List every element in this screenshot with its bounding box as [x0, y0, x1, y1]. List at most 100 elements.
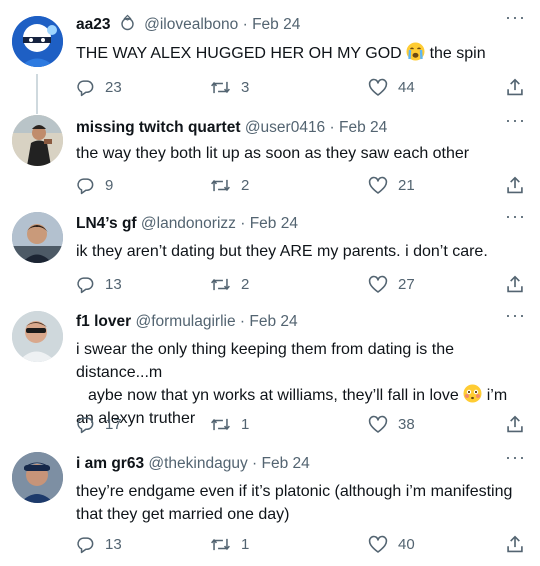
flushed-face-emoji-icon [463, 384, 482, 403]
tweet-text-part: aybe now that yn works at williams, they… [88, 387, 464, 404]
tweet-text: THE WAY ALEX HUGGED HER OH MY GOD the sp… [76, 42, 526, 65]
like-button[interactable]: 40 [368, 533, 415, 555]
heart-icon [368, 176, 388, 195]
retweet-count: 2 [241, 275, 250, 293]
tweet-date[interactable]: Feb 24 [249, 313, 297, 330]
share-button[interactable] [506, 273, 524, 295]
like-button[interactable]: 27 [368, 273, 415, 295]
tweet-text-part: the spin [425, 45, 486, 62]
like-button[interactable]: 21 [368, 174, 415, 196]
more-options-icon[interactable]: ··· [505, 8, 526, 26]
tweet-header: LN4’s gf @landonorizz · Feb 24 [76, 213, 298, 235]
tweet-header: f1 lover @formulagirlie · Feb 24 [76, 311, 298, 333]
avatar[interactable] [12, 115, 63, 166]
action-bar: 17 1 38 [76, 413, 528, 435]
crying-face-emoji-icon [406, 42, 425, 61]
share-button[interactable] [506, 413, 524, 435]
tweet-text-part: i’m [482, 387, 508, 404]
more-options-icon[interactable]: ··· [505, 111, 526, 129]
action-bar: 23 3 44 [76, 76, 528, 98]
share-button[interactable] [506, 76, 524, 98]
separator-dot: · [242, 16, 248, 33]
avatar[interactable] [12, 212, 63, 263]
avatar[interactable] [12, 452, 63, 503]
retweet-button[interactable]: 1 [210, 533, 249, 555]
tweet-text-line: that they get married one day) [76, 506, 290, 523]
display-name[interactable]: missing twitch quartet [76, 119, 241, 136]
share-icon [506, 275, 524, 294]
retweet-button[interactable]: 2 [210, 174, 249, 196]
share-button[interactable] [506, 174, 524, 196]
avatar[interactable] [12, 16, 63, 67]
retweet-button[interactable]: 2 [210, 273, 249, 295]
tweet-date[interactable]: Feb 24 [250, 215, 298, 232]
like-count: 40 [398, 535, 415, 553]
reply-count: 13 [105, 535, 122, 553]
display-name[interactable]: f1 lover [76, 313, 131, 330]
reply-button[interactable]: 9 [76, 174, 113, 196]
retweet-icon [210, 78, 231, 97]
tweet-date[interactable]: Feb 24 [262, 455, 310, 472]
like-button[interactable]: 38 [368, 413, 415, 435]
tweet-date[interactable]: Feb 24 [252, 16, 300, 33]
reply-count: 17 [105, 415, 122, 433]
avatar[interactable] [12, 311, 63, 362]
display-name[interactable]: i am gr63 [76, 455, 144, 472]
like-count: 21 [398, 176, 415, 194]
reply-count: 23 [105, 78, 122, 96]
ring-icon [119, 14, 136, 38]
tweet-text-line: they’re endgame even if it’s platonic (a… [76, 483, 513, 500]
display-name[interactable]: LN4’s gf [76, 215, 137, 232]
user-handle[interactable]: @thekindaguy [148, 455, 247, 472]
display-name[interactable]: aa23 [76, 16, 110, 33]
retweet-icon [210, 275, 231, 294]
share-icon [506, 78, 524, 97]
retweet-icon [210, 535, 231, 554]
retweet-icon [210, 176, 231, 195]
like-button[interactable]: 44 [368, 76, 415, 98]
separator-dot: · [252, 455, 258, 472]
separator-dot: · [329, 119, 335, 136]
share-button[interactable] [506, 533, 524, 555]
more-options-icon[interactable]: ··· [505, 448, 526, 466]
tweet-text-part: THE WAY ALEX HUGGED HER OH MY GOD [76, 45, 407, 62]
user-handle[interactable]: @formulagirlie [135, 313, 235, 330]
tweet-text: they’re endgame even if it’s platonic (a… [76, 480, 526, 526]
tweet-text-line: i swear the only thing keeping them from… [76, 341, 454, 381]
like-count: 38 [398, 415, 415, 433]
tweet-date[interactable]: Feb 24 [339, 119, 387, 136]
reply-count: 13 [105, 275, 122, 293]
separator-dot: · [240, 215, 246, 232]
retweet-button[interactable]: 3 [210, 76, 249, 98]
retweet-button[interactable]: 1 [210, 413, 249, 435]
reply-icon [76, 275, 95, 294]
action-bar: 9 2 21 [76, 174, 528, 196]
reply-button[interactable]: 13 [76, 273, 122, 295]
retweet-count: 2 [241, 176, 250, 194]
heart-icon [368, 275, 388, 294]
reply-count: 9 [105, 176, 114, 194]
tweet-header: aa23 @ilovealbono · Feb 24 [76, 14, 300, 36]
user-handle[interactable]: @landonorizz [141, 215, 236, 232]
share-icon [506, 415, 524, 434]
more-options-icon[interactable]: ··· [505, 306, 526, 324]
like-count: 44 [398, 78, 415, 96]
separator-dot: · [239, 313, 246, 330]
reply-icon [76, 415, 95, 434]
retweet-icon [210, 415, 231, 434]
retweet-count: 3 [241, 78, 250, 96]
reply-icon [76, 176, 95, 195]
action-bar: 13 2 27 [76, 273, 528, 295]
reply-button[interactable]: 13 [76, 533, 122, 555]
tweet-text: the way they both lit up as soon as they… [76, 145, 470, 162]
tweet-text: ik they aren’t dating but they ARE my pa… [76, 243, 488, 260]
action-bar: 13 1 40 [76, 533, 528, 555]
reply-button[interactable]: 17 [76, 413, 122, 435]
reply-icon [76, 78, 95, 97]
user-handle[interactable]: @user0416 [245, 119, 325, 136]
user-handle[interactable]: @ilovealbono [144, 16, 238, 33]
like-count: 27 [398, 275, 415, 293]
retweet-count: 1 [241, 535, 250, 553]
more-options-icon[interactable]: ··· [505, 207, 526, 225]
reply-button[interactable]: 23 [76, 76, 122, 98]
